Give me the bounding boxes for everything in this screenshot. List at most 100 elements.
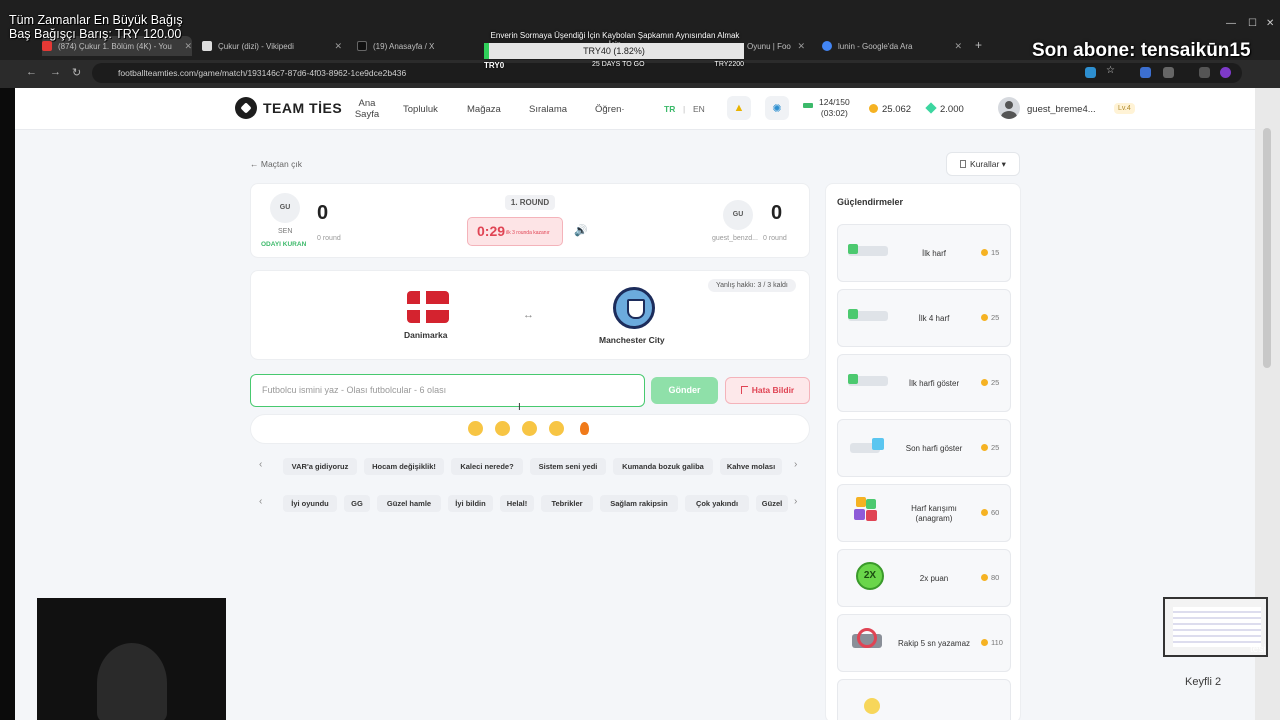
football-icon (235, 97, 257, 119)
powerup-show-last-letter[interactable]: Son harfi göster 25 (837, 419, 1011, 477)
chevron-right-icon[interactable]: › (794, 496, 797, 507)
opponent-name: guest_benzd... (712, 235, 758, 242)
browser-tab[interactable]: (19) Anasayfa / X (357, 36, 477, 56)
lang-en[interactable]: EN (693, 104, 705, 114)
speaker-icon[interactable]: 🔊 (574, 224, 588, 237)
close-icon[interactable]: ✕ (184, 41, 192, 52)
leave-match-link[interactable]: ← Maçtan çık (250, 159, 302, 169)
rules-button[interactable]: Kurallar ▾ (946, 152, 1020, 176)
quick-message-chip[interactable]: Kahve molası (720, 458, 782, 475)
tab-label: Oyunu | Foo (747, 41, 791, 51)
you-label: SEN (278, 228, 293, 235)
powerup-first-letter[interactable]: İlk harf 15 (837, 224, 1011, 282)
puzzle-icon[interactable] (1163, 67, 1174, 78)
quick-message-chip[interactable]: Çok yakındı (685, 495, 749, 512)
tab-label: (19) Anasayfa / X (373, 41, 435, 51)
swap-arrows-icon: ↔ (523, 309, 534, 321)
player-badge: GU (270, 193, 300, 223)
logo-text: TEAM TİES (263, 100, 343, 116)
player-guess-input[interactable]: Futbolcu ismini yaz - Olası futbolcular … (250, 374, 645, 407)
manchester-city-crest-icon (613, 287, 655, 329)
quick-message-chip[interactable]: Hocam değişiklik! (364, 458, 444, 475)
nav-community[interactable]: Topluluk (403, 104, 438, 115)
webcam-overlay (37, 598, 226, 720)
lang-separator: | (683, 104, 686, 114)
quick-message-chip[interactable]: VAR'a gidiyoruz (283, 458, 357, 475)
nav-ranking[interactable]: Sıralama (529, 104, 567, 115)
thinking-emoji-icon[interactable] (549, 421, 564, 436)
profile-icon[interactable] (1220, 67, 1231, 78)
star-icon[interactable]: ☆ (1106, 65, 1117, 76)
powerup-label: İlk 4 harf (918, 314, 950, 323)
browser-tab[interactable]: Oyunu | Foo ✕ (747, 36, 805, 56)
team1-name: Danimarka (404, 330, 448, 340)
smiling-emoji-icon[interactable] (495, 421, 510, 436)
maximize-icon[interactable]: ☐ (1248, 18, 1257, 29)
wrong-guesses-badge: Yanlış hakkı: 3 / 3 kaldı (708, 279, 796, 292)
coin-balance: 25.062 (869, 104, 911, 115)
send-button[interactable]: Gönder (651, 377, 718, 404)
fire-emoji-icon[interactable] (577, 421, 592, 436)
browser-tab[interactable]: Çukur (dizi) - Vikipedi ✕ (202, 36, 342, 56)
forward-arrow-icon[interactable]: → (50, 66, 61, 78)
username[interactable]: guest_breme4... (1027, 104, 1096, 115)
quick-message-chip[interactable]: Kumanda bozuk galiba (613, 458, 713, 475)
nav-learn[interactable]: Öğren· (595, 104, 625, 115)
wikipedia-icon (202, 41, 212, 51)
powerup-cost: 25 (981, 443, 999, 452)
rules-label: Kurallar ▾ (970, 159, 1006, 169)
no-typing-icon (848, 628, 890, 653)
round-badge: 1. ROUND (505, 195, 555, 210)
laughing-emoji-icon[interactable] (468, 421, 483, 436)
close-icon[interactable]: ✕ (334, 41, 342, 52)
chevron-left-icon[interactable]: ‹ (259, 459, 262, 470)
quick-message-chip[interactable]: Sistem seni yedi (530, 458, 606, 475)
powerup-freeze-opponent[interactable]: Rakip 5 sn yazamaz 110 (837, 614, 1011, 672)
extension-icon[interactable] (1085, 67, 1096, 78)
overlay-top-donor: Baş Bağışçı Barış: TRY 120.00 (9, 27, 182, 41)
close-icon[interactable]: ✕ (954, 41, 962, 52)
browser-tab[interactable]: lunin - Google'da Ara ✕ (822, 36, 962, 56)
letter-tiles-icon (848, 306, 890, 328)
chevron-right-icon[interactable]: › (794, 459, 797, 470)
quick-message-chip[interactable]: Tebrikler (541, 495, 593, 512)
notification-button[interactable]: ▲ (727, 96, 751, 120)
quick-reactions-row: ‹ İyi oyundu GG Güzel hamle İyi bildin H… (250, 491, 810, 517)
site-logo[interactable]: TEAM TİES (235, 97, 342, 119)
minimize-icon[interactable]: — (1226, 18, 1236, 29)
extension-icon[interactable] (1140, 67, 1151, 78)
close-window-icon[interactable]: ✕ (1266, 18, 1274, 29)
reload-icon[interactable]: ↻ (72, 66, 81, 79)
quick-message-chip[interactable]: Güzel (756, 495, 788, 512)
team2-name: Manchester City (599, 335, 665, 345)
lang-tr[interactable]: TR (664, 104, 675, 114)
powerup-show-first-letter[interactable]: İlk harfi göster 25 (837, 354, 1011, 412)
close-icon[interactable]: ✕ (797, 41, 805, 52)
report-error-button[interactable]: Hata Bildir (725, 377, 810, 404)
powerup-label: Rakip 5 sn yazamaz (897, 639, 971, 648)
powerup-double-points[interactable]: 2X 2x puan 80 (837, 549, 1011, 607)
quick-message-chip[interactable]: Sağlam rakipsin (600, 495, 678, 512)
donation-min: TRY0 (484, 61, 505, 70)
media-icon[interactable] (1199, 67, 1210, 78)
avatar[interactable] (998, 97, 1020, 119)
worried-emoji-icon[interactable] (522, 421, 537, 436)
coin-value: 25.062 (882, 104, 912, 115)
powerup-first-four-letters[interactable]: İlk 4 harf 25 (837, 289, 1011, 347)
chevron-left-icon[interactable]: ‹ (259, 496, 262, 507)
quick-message-chip[interactable]: Kaleci nerede? (451, 458, 523, 475)
quick-message-chip[interactable]: Helal! (500, 495, 534, 512)
anagram-blocks-icon (848, 497, 890, 523)
top-donation-overlay: Tüm Zamanlar En Büyük Bağış Baş Bağışçı … (9, 13, 183, 41)
nav-store[interactable]: Mağaza (467, 104, 501, 115)
nav-home[interactable]: Ana Sayfa (350, 98, 384, 120)
powerup-anagram[interactable]: Harf karışımı (anagram) 60 (837, 484, 1011, 542)
quick-message-chip[interactable]: İyi oyundu (283, 495, 337, 512)
back-arrow-icon[interactable]: ← (26, 66, 37, 78)
powerup-more[interactable] (837, 679, 1011, 720)
quick-message-chip[interactable]: GG (344, 495, 370, 512)
quick-message-chip[interactable]: İyi bildin (448, 495, 493, 512)
theme-toggle[interactable]: ✺ (765, 96, 789, 120)
quick-message-chip[interactable]: Güzel hamle (377, 495, 441, 512)
new-tab-button[interactable]: + (975, 38, 982, 52)
